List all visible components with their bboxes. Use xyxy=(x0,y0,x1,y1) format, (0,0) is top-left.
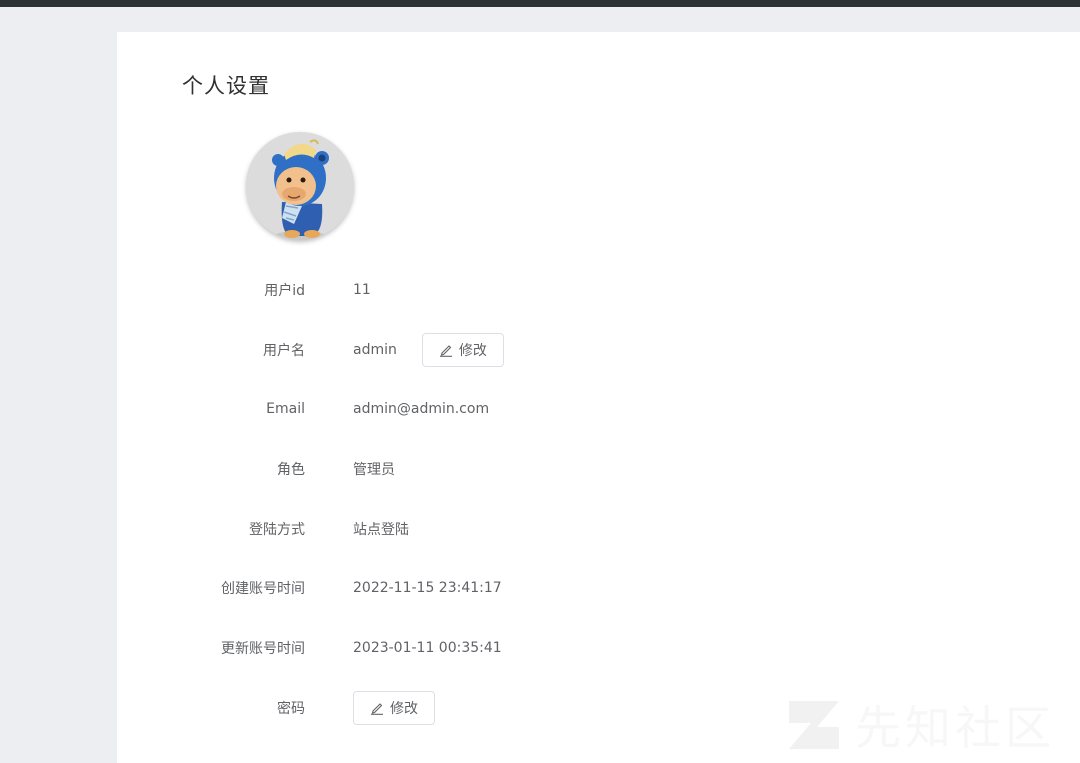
password-label: 密码 xyxy=(277,701,305,717)
username-value: admin xyxy=(353,342,397,358)
updated-at-value: 2023-01-11 00:35:41 xyxy=(353,640,502,656)
pencil-icon xyxy=(439,345,452,357)
updated-at-label: 更新账号时间 xyxy=(221,641,305,657)
avatar-mascot-icon xyxy=(272,139,329,240)
email-value: admin@admin.com xyxy=(353,401,490,417)
edit-password-button[interactable]: 修改 xyxy=(353,691,435,725)
page-title: 个人设置 xyxy=(182,74,270,98)
edit-username-button[interactable]: 修改 xyxy=(421,333,504,367)
watermark-text: 先知社区 xyxy=(855,701,1055,755)
watermark-logo-icon xyxy=(789,701,839,749)
watermark: 先知社区 xyxy=(787,695,1055,755)
settings-card: 个人设置 用户id 11 用户名 admin 修改 Email admin@ad… xyxy=(117,32,1080,763)
field-row-created-at: 创建账号时间 2022-11-15 23:41:17 xyxy=(117,570,817,606)
field-row-username: 用户名 admin 修改 xyxy=(117,332,817,368)
login-method-label: 登陆方式 xyxy=(249,522,305,538)
field-row-email: Email admin@admin.com xyxy=(117,391,817,427)
field-row-user-id: 用户id 11 xyxy=(117,272,817,308)
field-row-login-method: 登陆方式 站点登陆 xyxy=(117,511,817,547)
login-method-value: 站点登陆 xyxy=(353,522,409,538)
user-id-value: 11 xyxy=(353,282,371,298)
avatar[interactable] xyxy=(246,132,354,240)
top-bar xyxy=(0,0,1080,7)
field-row-role: 角色 管理员 xyxy=(117,451,817,487)
field-row-password: 密码 修改 xyxy=(117,690,817,726)
edit-username-label: 修改 xyxy=(458,342,487,358)
created-at-label: 创建账号时间 xyxy=(221,581,305,597)
pencil-icon xyxy=(371,703,383,715)
created-at-value: 2022-11-15 23:41:17 xyxy=(353,580,502,596)
user-id-label: 用户id xyxy=(264,283,305,299)
username-label: 用户名 xyxy=(263,343,305,359)
role-value: 管理员 xyxy=(353,462,395,478)
edit-password-label: 修改 xyxy=(390,700,418,716)
role-label: 角色 xyxy=(277,462,305,478)
field-row-updated-at: 更新账号时间 2023-01-11 00:35:41 xyxy=(117,630,817,666)
email-label: Email xyxy=(266,401,305,417)
